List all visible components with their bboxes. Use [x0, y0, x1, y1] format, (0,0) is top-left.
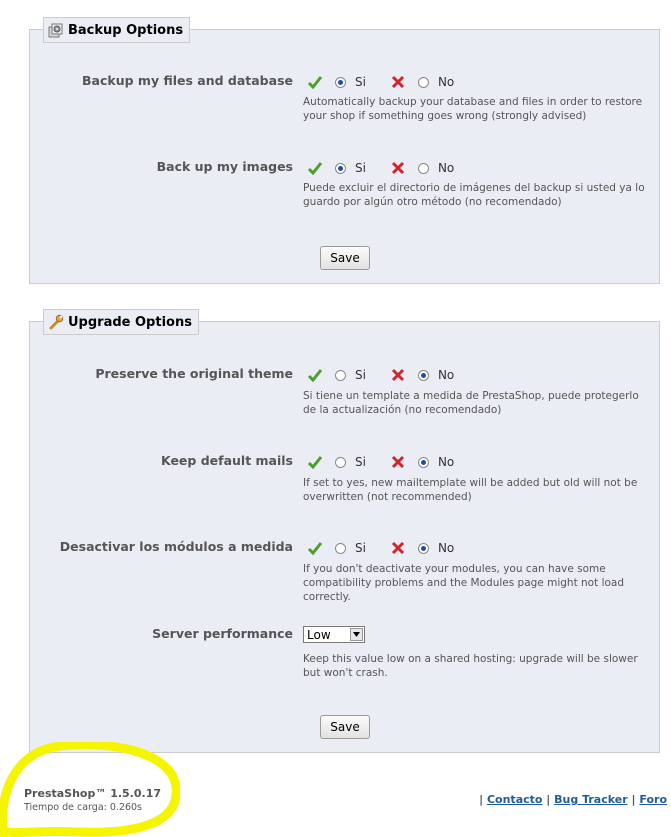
keep-mails-controls: Si No [307, 453, 454, 471]
preserve-theme-label: Preserve the original theme [95, 366, 293, 381]
keep-mails-yes-radio[interactable] [335, 456, 346, 468]
no-cross-icon [391, 161, 405, 175]
preserve-theme-yes-radio[interactable] [335, 369, 346, 381]
backup-gear-icon [48, 23, 63, 38]
backup-save-button[interactable]: Save [320, 246, 370, 270]
backup-options-panel: Backup Options Backup my files and datab… [29, 17, 660, 284]
wrench-icon [49, 314, 64, 330]
keep-mails-hint: If set to yes, new mailtemplate will be … [303, 477, 638, 503]
server-performance-hint: Keep this value low on a shared hosting:… [303, 653, 638, 679]
backup-images-label: Back up my images [156, 159, 293, 174]
backup-files-db-no-label: No [437, 75, 455, 89]
deactivate-modules-label: Desactivar los módulos a medida [59, 539, 293, 554]
deactivate-modules-yes-radio[interactable] [335, 542, 346, 554]
server-performance-select[interactable]: Low [303, 626, 365, 643]
backup-options-title: Backup Options [68, 22, 184, 38]
preserve-theme-yes-label: Si [355, 368, 366, 382]
footer-separator: | [546, 793, 551, 806]
server-performance-value: Low [307, 627, 331, 642]
backup-images-yes-label: Si [355, 161, 366, 175]
backup-files-db-no-radio[interactable] [417, 76, 429, 88]
keep-mails-label: Keep default mails [160, 453, 293, 468]
footer-separator: | [479, 793, 484, 806]
upgrade-options-panel: Upgrade Options Preserve the original th… [29, 309, 660, 753]
keep-mails-yes-label: Si [355, 455, 366, 469]
load-time: Tiempo de carga: 0.260s [24, 802, 143, 813]
backup-images-hint: Puede excluir el directorio de imágenes … [303, 182, 645, 208]
deactivate-modules-hint: If you don't deactivate your modules, yo… [303, 563, 625, 603]
yes-check-icon [307, 162, 323, 176]
backup-images-no-label: No [437, 161, 455, 175]
footer-link-contacto[interactable]: Contacto [487, 793, 542, 806]
dropdown-arrow-icon[interactable] [350, 628, 363, 641]
upgrade-save-button[interactable]: Save [320, 715, 370, 739]
backup-images-no-radio[interactable] [417, 162, 429, 174]
backup-images-yes-radio[interactable] [335, 162, 346, 174]
upgrade-options-title: Upgrade Options [68, 314, 192, 330]
preserve-theme-no-radio[interactable] [417, 369, 429, 381]
preserve-theme-no-label: No [437, 368, 455, 382]
backup-files-db-yes-label: Si [355, 75, 366, 89]
deactivate-modules-yes-label: Si [355, 541, 366, 555]
yes-check-icon [307, 369, 323, 383]
footer-link-bug-tracker[interactable]: Bug Tracker [554, 793, 628, 806]
yes-check-icon [307, 456, 323, 470]
footer-separator: | [631, 793, 636, 806]
yes-check-icon [307, 542, 323, 556]
preserve-theme-controls: Si No [307, 366, 454, 384]
prestashop-version: PrestaShop™ 1.5.0.17 [24, 787, 161, 800]
no-cross-icon [391, 541, 405, 555]
backup-files-db-hint: Automatically backup your database and f… [303, 96, 643, 122]
footer-links: | Contacto | Bug Tracker | Foro [479, 793, 667, 806]
deactivate-modules-no-radio[interactable] [417, 542, 429, 554]
backup-files-db-yes-radio[interactable] [335, 76, 346, 88]
keep-mails-no-radio[interactable] [417, 456, 429, 468]
deactivate-modules-controls: Si No [307, 539, 454, 557]
preserve-theme-hint: Si tiene un template a medida de PrestaS… [303, 390, 639, 416]
upgrade-options-legend: Upgrade Options [43, 309, 199, 335]
backup-files-db-label: Backup my files and database [82, 73, 293, 88]
backup-options-legend: Backup Options [43, 17, 191, 43]
deactivate-modules-no-label: No [437, 541, 455, 555]
server-performance-label: Server performance [152, 626, 293, 641]
no-cross-icon [391, 368, 405, 382]
no-cross-icon [391, 75, 405, 89]
yes-check-icon [307, 76, 323, 90]
no-cross-icon [391, 455, 405, 469]
footer-link-foro[interactable]: Foro [639, 793, 667, 806]
backup-images-controls: Si No [307, 159, 454, 177]
keep-mails-no-label: No [437, 455, 455, 469]
backup-files-db-controls: Si No [307, 73, 454, 91]
